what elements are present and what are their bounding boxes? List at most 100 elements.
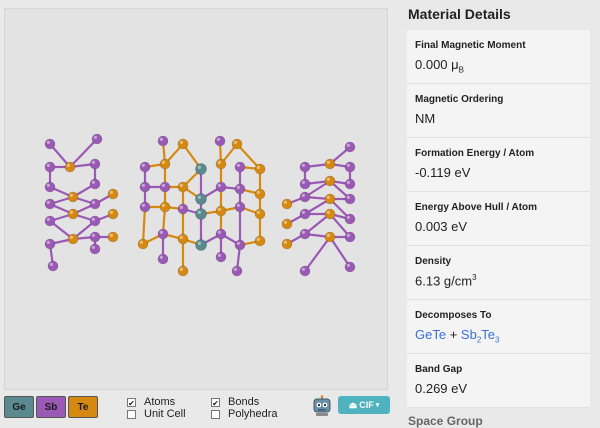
atom-highlight	[301, 267, 305, 271]
atom-highlight	[233, 140, 237, 144]
atom-sb	[231, 265, 243, 277]
atom-highlight	[197, 210, 201, 214]
atom-highlight	[326, 160, 330, 164]
atom-sb	[44, 238, 56, 250]
band-gap-label: Band Gap	[415, 364, 463, 375]
atom-te	[107, 208, 119, 220]
detail-magnetic-moment: Final Magnetic Moment 0.000 μB	[407, 30, 590, 84]
crystal-structure[interactable]	[5, 9, 389, 391]
unit-cell-checkbox[interactable]	[127, 409, 136, 419]
atom-highlight	[179, 205, 183, 209]
decomposition-link-sb2te3[interactable]: Sb2Te3	[461, 327, 500, 345]
atom-highlight	[66, 163, 70, 167]
atom-te	[159, 201, 171, 213]
magnetic-moment-label: Final Magnetic Moment	[415, 40, 526, 51]
detail-density: Density 6.13 g/cm3	[407, 246, 590, 300]
atom-sb	[344, 141, 356, 153]
atom-sb	[157, 135, 169, 147]
atom-highlight	[217, 183, 221, 187]
atom-highlight	[216, 137, 220, 141]
atom-ge	[195, 208, 207, 220]
robot-icon[interactable]	[311, 395, 333, 417]
atom-highlight	[46, 240, 51, 244]
atom-sb	[299, 191, 311, 203]
atom-highlight	[346, 195, 350, 199]
polyhedra-toggle[interactable]: Polyhedra	[211, 408, 295, 420]
atom-highlight	[179, 183, 183, 187]
atoms-checkbox[interactable]: ✔	[127, 397, 136, 408]
atom-highlight	[197, 165, 201, 169]
atom-sb	[344, 193, 356, 205]
atom-sb	[89, 243, 101, 255]
decomposition-link-gete[interactable]: GeTe	[415, 327, 446, 342]
atom-highlight	[283, 200, 287, 204]
atom-highlight	[301, 230, 305, 234]
material-details: Final Magnetic Moment 0.000 μB Magnetic …	[407, 30, 590, 408]
atom-highlight	[283, 220, 287, 224]
atom-highlight	[141, 183, 145, 187]
atom-highlight	[301, 193, 305, 197]
detail-magnetic-ordering: Magnetic Ordering NM	[407, 84, 590, 138]
atom-sb	[159, 181, 171, 193]
atom-sb	[177, 203, 189, 215]
atom-te	[281, 238, 293, 250]
unit-cell-toggle[interactable]: Unit Cell	[127, 408, 211, 420]
atom-sb	[44, 161, 56, 173]
atom-sb	[89, 231, 101, 243]
atom-te	[67, 191, 79, 203]
atom-sb	[344, 261, 356, 273]
atom-highlight	[139, 240, 143, 244]
atom-ge	[195, 163, 207, 175]
atom-sb	[299, 228, 311, 240]
structure-viewer[interactable]	[4, 8, 388, 390]
atoms-label: Atoms	[144, 396, 176, 408]
legend-sb: Sb	[36, 396, 66, 418]
atom-highlight	[91, 200, 95, 204]
atom-sb	[139, 161, 151, 173]
atom-highlight	[346, 163, 350, 167]
polyhedra-checkbox[interactable]	[211, 409, 220, 419]
bonds-label: Bonds	[228, 396, 260, 408]
formation-energy-label: Formation Energy / Atom	[415, 148, 535, 159]
download-cif-button[interactable]: ⏏ CIF ▾	[338, 396, 390, 414]
density-label: Density	[415, 256, 452, 267]
chevron-down-icon: ▾	[375, 402, 380, 409]
bonds-toggle[interactable]: ✔ Bonds	[211, 396, 295, 408]
detail-band-gap: Band Gap 0.269 eV	[407, 354, 590, 408]
atom-highlight	[91, 180, 95, 184]
atom-te	[324, 193, 336, 205]
atom-sb	[299, 178, 311, 190]
atom-highlight	[179, 235, 183, 239]
atom-highlight	[236, 185, 240, 189]
atom-highlight	[217, 253, 221, 257]
atom-sb	[89, 178, 101, 190]
bonds-checkbox[interactable]: ✔	[211, 397, 220, 408]
atom-highlight	[46, 217, 51, 221]
atom-te	[137, 238, 149, 250]
atom-highlight	[161, 183, 165, 187]
atom-highlight	[346, 215, 350, 219]
bond	[141, 206, 147, 245]
atom-sb	[139, 201, 151, 213]
atom-highlight	[217, 160, 221, 164]
detail-decomposes-to: Decomposes To GeTe + Sb2Te3	[407, 300, 590, 354]
atom-te	[67, 233, 79, 245]
atom-sb	[44, 198, 56, 210]
atom-ge	[195, 193, 207, 205]
atom-highlight	[301, 180, 305, 184]
atom-highlight	[197, 241, 201, 245]
atom-highlight	[141, 163, 145, 167]
atom-te	[254, 235, 266, 247]
atom-highlight	[233, 267, 237, 271]
atom-sb	[157, 253, 169, 265]
atom-highlight	[93, 135, 97, 139]
atom-highlight	[161, 203, 165, 207]
detail-formation-energy: Formation Energy / Atom -0.119 eV	[407, 138, 590, 192]
atom-sb	[344, 161, 356, 173]
band-gap-value: 0.269 eV	[415, 381, 468, 396]
atom-highlight	[326, 233, 330, 237]
atom-highlight	[49, 262, 54, 266]
atom-highlight	[46, 140, 51, 144]
atoms-toggle[interactable]: ✔ Atoms	[127, 396, 211, 408]
formation-energy-value: -0.119 eV	[415, 165, 471, 180]
